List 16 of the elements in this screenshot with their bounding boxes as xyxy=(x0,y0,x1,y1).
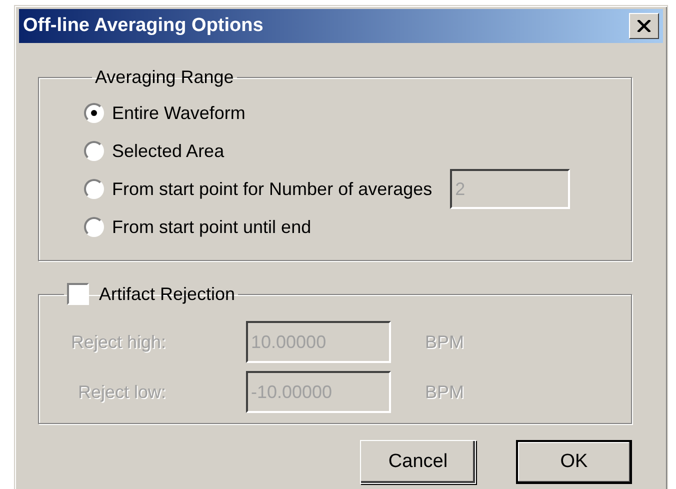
close-button[interactable] xyxy=(629,13,659,39)
radio-label: From start point for Number of averages xyxy=(112,178,432,200)
radio-label: From start point until end xyxy=(112,216,312,238)
checkbox-label: Artifact Rejection xyxy=(99,284,236,304)
radio-button[interactable] xyxy=(84,141,104,161)
radio-button[interactable] xyxy=(84,103,104,123)
window-title: Off-line Averaging Options xyxy=(23,15,264,37)
radio-button[interactable] xyxy=(84,179,104,199)
close-icon xyxy=(637,20,651,32)
radio-button[interactable] xyxy=(84,217,104,237)
group-title: Averaging Range xyxy=(95,67,234,88)
dialog-button[interactable]: OK xyxy=(516,440,632,484)
radio-label: Entire Waveform xyxy=(112,102,246,124)
checkbox[interactable] xyxy=(67,283,89,305)
dialog-button[interactable]: Cancel xyxy=(360,440,476,484)
radio-label: Selected Area xyxy=(112,140,224,162)
